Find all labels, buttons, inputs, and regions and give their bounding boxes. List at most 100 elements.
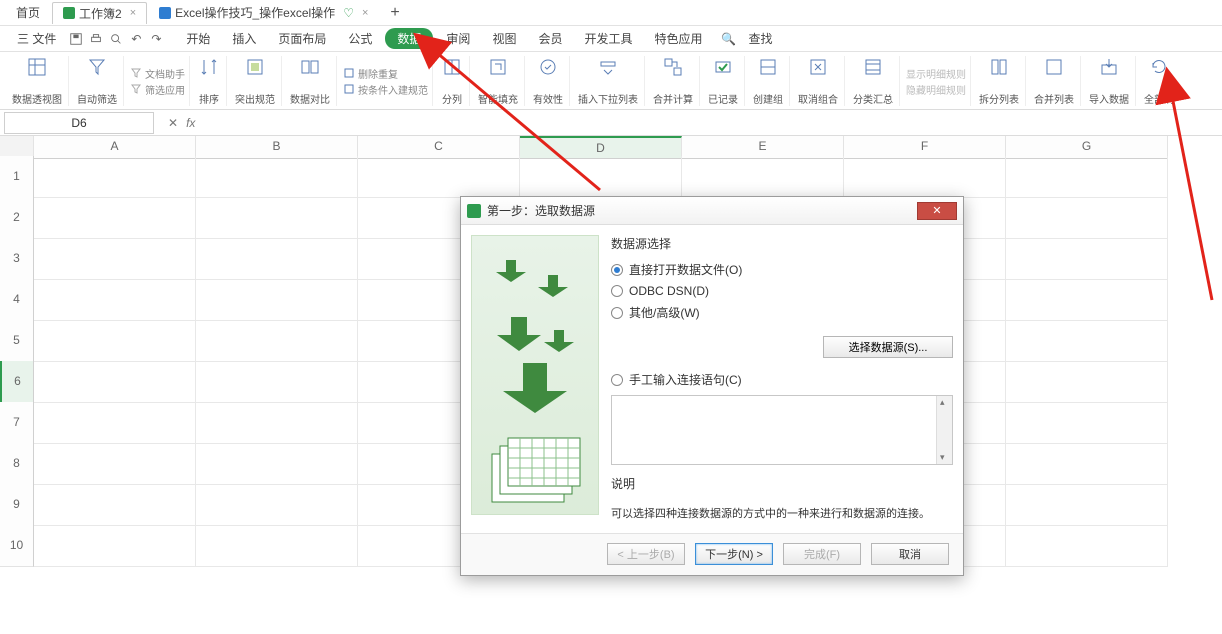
cell-B4[interactable]: [196, 279, 358, 321]
tab-close-icon[interactable]: ×: [362, 7, 368, 19]
tool-split-list[interactable]: 拆分列表: [973, 56, 1026, 106]
tool-cond-rule[interactable]: 按条件入建规范: [343, 82, 428, 97]
cancel-formula-icon[interactable]: ✕: [168, 116, 178, 130]
cell-C1[interactable]: [358, 156, 520, 198]
tool-highlight[interactable]: 突出规范: [229, 56, 282, 106]
dialog-titlebar[interactable]: 第一步：选取数据源 ✕: [461, 197, 963, 225]
menu-file[interactable]: 三 文件: [8, 28, 65, 49]
radio-manual[interactable]: 手工输入连接语句(C): [611, 371, 953, 388]
cancel-button[interactable]: 取消: [871, 543, 949, 565]
radio-other[interactable]: 其他/高级(W): [611, 304, 953, 321]
cell-G3[interactable]: [1006, 238, 1168, 280]
row-header-8[interactable]: 8: [0, 443, 34, 485]
menu-dev-tools[interactable]: 开发工具: [575, 28, 641, 49]
cell-B3[interactable]: [196, 238, 358, 280]
menu-view[interactable]: 视图: [483, 28, 525, 49]
tool-hide-detail[interactable]: 隐藏明细规则: [906, 82, 966, 97]
cell-G9[interactable]: [1006, 484, 1168, 526]
tool-recorded[interactable]: 已记录: [702, 56, 745, 106]
tool-reapply[interactable]: 筛选应用: [130, 82, 185, 97]
preview-icon[interactable]: [109, 32, 123, 46]
row-header-2[interactable]: 2: [0, 197, 34, 239]
menu-formula[interactable]: 公式: [339, 28, 381, 49]
tool-doc-assist[interactable]: 文档助手: [130, 66, 185, 81]
cell-B9[interactable]: [196, 484, 358, 526]
next-button[interactable]: 下一步(N) >: [695, 543, 773, 565]
undo-icon[interactable]: ↶: [129, 32, 143, 46]
cell-E1[interactable]: [682, 156, 844, 198]
row-header-10[interactable]: 10: [0, 525, 34, 567]
cell-F1[interactable]: [844, 156, 1006, 198]
menu-find[interactable]: 查找: [740, 28, 782, 49]
tool-merge-list[interactable]: 合并列表: [1028, 56, 1081, 106]
cell-G1[interactable]: [1006, 156, 1168, 198]
row-header-4[interactable]: 4: [0, 279, 34, 321]
tool-flash-fill[interactable]: 智能填充: [472, 56, 525, 106]
tab-add-button[interactable]: +: [380, 4, 409, 22]
cell-B2[interactable]: [196, 197, 358, 239]
search-icon[interactable]: 🔍: [722, 32, 736, 46]
cell-A9[interactable]: [34, 484, 196, 526]
print-icon[interactable]: [89, 32, 103, 46]
cell-G2[interactable]: [1006, 197, 1168, 239]
cell-A8[interactable]: [34, 443, 196, 485]
tool-remove-dup[interactable]: 删除重复: [343, 66, 398, 81]
tab-home[interactable]: 首页: [6, 2, 50, 24]
radio-odbc[interactable]: ODBC DSN(D): [611, 284, 953, 298]
menu-insert[interactable]: 插入: [223, 28, 265, 49]
row-header-9[interactable]: 9: [0, 484, 34, 526]
tool-import-data[interactable]: 导入数据: [1083, 56, 1136, 106]
menu-special[interactable]: 特色应用: [645, 28, 711, 49]
radio-open-file[interactable]: 直接打开数据文件(O): [611, 261, 953, 278]
tab-workbook2[interactable]: 工作簿2 ×: [52, 2, 147, 24]
formula-input[interactable]: [205, 112, 1222, 134]
textarea-scrollbar[interactable]: [936, 396, 952, 464]
cell-A2[interactable]: [34, 197, 196, 239]
cell-G7[interactable]: [1006, 402, 1168, 444]
tool-show-detail[interactable]: 显示明细规则: [906, 66, 966, 81]
tool-group-create[interactable]: 创建组: [747, 56, 790, 106]
cell-A7[interactable]: [34, 402, 196, 444]
cell-A4[interactable]: [34, 279, 196, 321]
tool-subtotal[interactable]: 分类汇总: [847, 56, 900, 106]
name-box[interactable]: D6: [4, 112, 154, 134]
tool-pivot[interactable]: 数据透视图: [6, 56, 69, 106]
save-icon[interactable]: [69, 32, 83, 46]
connection-string-textarea[interactable]: [611, 395, 953, 465]
cell-G8[interactable]: [1006, 443, 1168, 485]
cell-B10[interactable]: [196, 525, 358, 567]
tool-text-to-cols[interactable]: 分列: [435, 56, 470, 106]
row-header-1[interactable]: 1: [0, 156, 34, 198]
menu-start[interactable]: 开始: [177, 28, 219, 49]
cell-A6[interactable]: [34, 361, 196, 403]
cell-G5[interactable]: [1006, 320, 1168, 362]
redo-icon[interactable]: ↷: [149, 32, 163, 46]
cell-B5[interactable]: [196, 320, 358, 362]
cell-A1[interactable]: [34, 156, 196, 198]
cell-B1[interactable]: [196, 156, 358, 198]
menu-member[interactable]: 会员: [529, 28, 571, 49]
cell-A3[interactable]: [34, 238, 196, 280]
tool-compare[interactable]: 数据对比: [284, 56, 337, 106]
cell-A5[interactable]: [34, 320, 196, 362]
tool-dropdown[interactable]: 插入下拉列表: [572, 56, 645, 106]
row-header-6[interactable]: 6: [0, 361, 34, 403]
cell-A10[interactable]: [34, 525, 196, 567]
row-header-5[interactable]: 5: [0, 320, 34, 362]
row-header-3[interactable]: 3: [0, 238, 34, 280]
tool-consolidate[interactable]: 合并计算: [647, 56, 700, 106]
tool-autofilter[interactable]: 自动筛选: [71, 56, 124, 106]
tab-close-icon[interactable]: ×: [130, 7, 136, 19]
fx-icon[interactable]: fx: [186, 116, 195, 130]
cell-B8[interactable]: [196, 443, 358, 485]
cell-B6[interactable]: [196, 361, 358, 403]
cell-G6[interactable]: [1006, 361, 1168, 403]
select-source-button[interactable]: 选择数据源(S)...: [823, 336, 953, 358]
row-header-7[interactable]: 7: [0, 402, 34, 444]
cell-G10[interactable]: [1006, 525, 1168, 567]
tool-sort[interactable]: 排序: [192, 56, 227, 106]
cell-D1[interactable]: [520, 156, 682, 198]
dialog-close-button[interactable]: ✕: [917, 202, 957, 220]
cell-G4[interactable]: [1006, 279, 1168, 321]
tab-article[interactable]: Excel操作技巧_操作excel操作 ♡ ×: [149, 2, 378, 24]
